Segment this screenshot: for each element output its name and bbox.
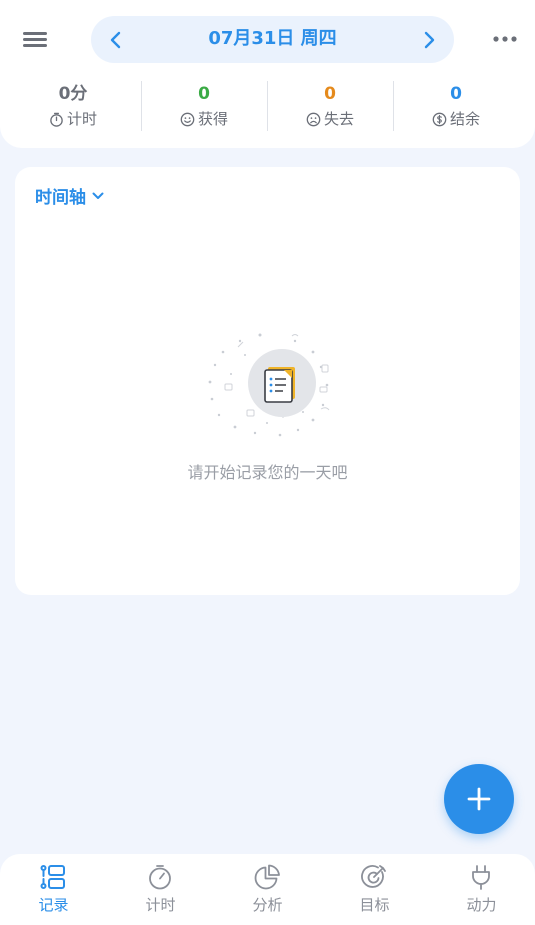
plug-icon: [472, 865, 490, 890]
stat-loss-value: 0: [324, 84, 336, 104]
stat-timer[interactable]: 0分 计时: [10, 78, 136, 134]
stat-gain[interactable]: 0 获得: [141, 78, 267, 134]
menu-icon[interactable]: [22, 28, 48, 50]
dollar-icon: [432, 112, 447, 126]
header: 07月31日 周四 0分 计时 0 获得 0 失去 0 结余: [0, 0, 535, 148]
stopwatch-icon: [149, 865, 171, 890]
empty-state-illustration: [208, 333, 330, 437]
nav-item-motivation[interactable]: 动力: [428, 854, 535, 925]
nav-item-analysis[interactable]: 分析: [214, 854, 321, 925]
stat-balance[interactable]: 0 结余: [393, 78, 519, 134]
record-icon: [40, 865, 65, 889]
stats-bar: 0分 计时 0 获得 0 失去 0 结余: [10, 78, 525, 134]
empty-state-text: 请开始记录您的一天吧: [187, 463, 348, 482]
nav-label-motivation: 动力: [466, 896, 497, 914]
nav-item-record[interactable]: 记录: [0, 854, 107, 925]
stat-balance-value: 0: [450, 84, 462, 104]
bottom-nav: 记录 计时 分析 目标 动力: [0, 854, 535, 925]
chevron-down-icon: [92, 192, 104, 199]
nav-label-record: 记录: [38, 896, 69, 914]
stat-timer-value: 0分: [58, 84, 88, 104]
nav-label-timer: 计时: [145, 896, 176, 914]
timeline-title: 时间轴: [35, 188, 86, 208]
plus-icon: [467, 787, 491, 811]
smile-icon: [180, 112, 195, 126]
timeline-card: 时间轴 请开始记录您的一天吧: [15, 167, 520, 595]
stat-gain-value: 0: [198, 84, 210, 104]
frown-icon: [306, 112, 321, 126]
date-label[interactable]: 07月31日 周四: [91, 28, 454, 50]
nav-label-analysis: 分析: [252, 896, 283, 914]
nav-label-goal: 目标: [359, 896, 390, 914]
add-record-button[interactable]: [444, 764, 514, 834]
stat-loss[interactable]: 0 失去: [267, 78, 393, 134]
chevron-right-icon[interactable]: [417, 28, 441, 52]
more-icon[interactable]: [491, 30, 519, 48]
timeline-dropdown[interactable]: 时间轴: [35, 183, 105, 208]
nav-item-timer[interactable]: 计时: [107, 854, 214, 925]
pie-chart-icon: [254, 864, 280, 890]
stat-gain-label: 获得: [197, 110, 228, 128]
target-icon: [361, 865, 386, 888]
date-selector: 07月31日 周四: [91, 16, 454, 63]
nav-item-goal[interactable]: 目标: [321, 854, 428, 925]
stat-balance-label: 结余: [449, 110, 480, 128]
stat-timer-label: 计时: [66, 110, 97, 128]
stat-loss-label: 失去: [323, 110, 354, 128]
stopwatch-icon: [50, 112, 63, 127]
